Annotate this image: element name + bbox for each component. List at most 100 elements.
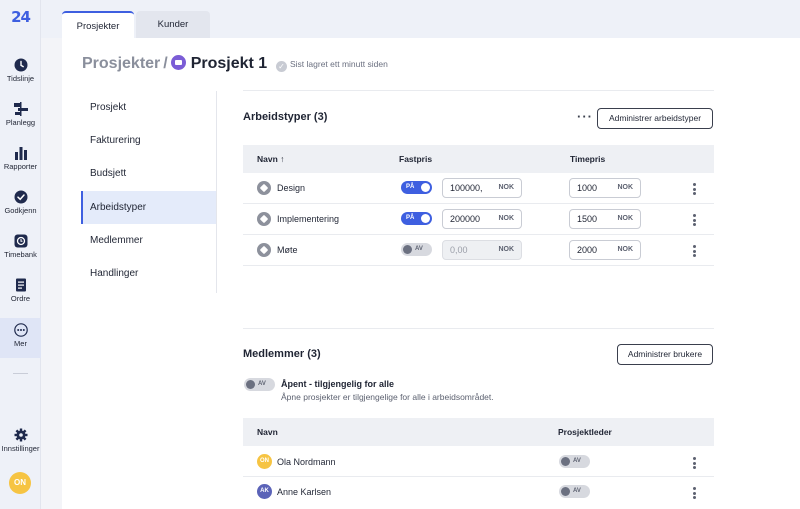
manage-users-button[interactable]: Administrer brukere (617, 344, 713, 365)
nav-label: Tidslinje (6, 74, 35, 83)
open-project-toggle[interactable]: AV (244, 378, 275, 391)
nav-label: Ordre (10, 294, 31, 303)
order-icon (15, 278, 26, 292)
nav-item-timebank[interactable]: Timebank (0, 234, 41, 259)
toggle-label: AV (573, 488, 581, 494)
work-type-name: Møte (277, 245, 298, 255)
row-menu-icon[interactable] (690, 245, 698, 259)
nav-item-godkjenn[interactable]: Godkjenn (0, 190, 41, 215)
nav-item-planlegg[interactable]: Planlegg (0, 102, 41, 127)
fixed-price-input[interactable]: 100000, NOK (442, 178, 522, 198)
currency-label: NOK (617, 184, 633, 191)
nav-item-mer[interactable]: Mer (0, 318, 41, 358)
main-panel: Prosjekter / Prosjekt 1 ✓ Sist lagret ett m… (62, 38, 800, 509)
tag-icon (257, 181, 271, 195)
hourly-price-value: 1000 (577, 183, 598, 193)
currency-label: NOK (617, 215, 633, 222)
project-leader-toggle[interactable]: AV (559, 485, 590, 498)
hourly-price-input[interactable]: 1000 NOK (569, 178, 641, 198)
row-menu-icon[interactable] (690, 183, 698, 197)
nav-label: Mer (14, 339, 27, 348)
menu-item-handlinger[interactable]: Handlinger (81, 257, 216, 290)
table-row: ON Ola Nordmann AV (243, 446, 714, 477)
column-header-fixed-price: Fastpris (399, 154, 433, 164)
hourly-price-input[interactable]: 2000 NOK (569, 240, 641, 260)
currency-label: NOK (498, 184, 514, 191)
check-circle-icon (14, 190, 27, 204)
nav-item-ordre[interactable]: Ordre (0, 278, 41, 303)
toggle-label: PÅ (406, 215, 415, 221)
menu-item-budsjett[interactable]: Budsjett (81, 157, 216, 190)
column-header-name[interactable]: Navn ↑ (257, 154, 284, 164)
breadcrumb-prosjekter[interactable]: Prosjekter (82, 55, 160, 72)
avatar: AK (257, 484, 272, 499)
toggle-label: AV (415, 246, 423, 252)
row-menu-icon[interactable] (690, 214, 698, 228)
fixed-price-value: 200000 (450, 214, 481, 224)
save-status: ✓ Sist lagret ett minutt siden (276, 59, 388, 72)
row-menu-icon[interactable] (690, 487, 698, 501)
toggle-knob (421, 214, 430, 223)
manage-work-types-button[interactable]: Administrer arbeidstyper (597, 108, 713, 129)
menu-item-arbeidstyper[interactable]: Arbeidstyper (81, 191, 216, 224)
menu-item-medlemmer[interactable]: Medlemmer (81, 224, 216, 257)
open-project-description: Åpne prosjekter er tilgjengelige for all… (281, 392, 494, 402)
column-header-project-leader: Prosjektleder (558, 427, 612, 437)
project-title: Prosjekt 1 (190, 55, 268, 72)
nav-label: Godkjenn (4, 206, 37, 215)
tag-icon (257, 212, 271, 226)
more-icon (13, 323, 28, 337)
fixed-price-value: 0,00 (450, 245, 468, 255)
work-types-table-header: Navn ↑ Fastpris Timepris (243, 145, 714, 173)
table-row: AK Anne Karlsen AV (243, 476, 714, 507)
fixed-price-input: 0,00 NOK (442, 240, 522, 260)
saved-check-icon: ✓ (276, 61, 287, 72)
menu-item-fakturering[interactable]: Fakturering (81, 124, 216, 157)
toggle-knob (561, 457, 570, 466)
toggle-knob (421, 183, 430, 192)
planner-icon (13, 102, 28, 116)
toggle-knob (403, 245, 412, 254)
hourly-price-value: 2000 (577, 245, 598, 255)
hourly-price-value: 1500 (577, 214, 598, 224)
project-menu: Prosjekt Fakturering Budsjett Arbeidstyp… (81, 91, 217, 293)
nav-item-rapporter[interactable]: Rapporter (0, 146, 41, 171)
breadcrumb-separator: / (163, 55, 168, 72)
fixed-price-toggle[interactable]: PÅ (401, 212, 432, 225)
nav-label: Innstillinger (1, 444, 40, 453)
project-leader-toggle[interactable]: AV (559, 455, 590, 468)
user-avatar[interactable]: ON (9, 472, 31, 494)
nav-label: Planlegg (5, 118, 36, 127)
tab-bar: Prosjekter Kunder (41, 0, 800, 39)
divider (243, 90, 714, 91)
page-title: Prosjekter / Prosjekt 1 (82, 55, 267, 73)
timebank-icon (14, 234, 27, 248)
table-row: Møte AV 0,00 NOK 2000 NOK (243, 235, 714, 266)
app-logo[interactable]: 24 (0, 10, 41, 25)
toggle-knob (561, 487, 570, 496)
tab-kunder[interactable]: Kunder (136, 11, 210, 39)
table-row: Design PÅ 100000, NOK 1000 NOK (243, 173, 714, 204)
tab-prosjekter[interactable]: Prosjekter (62, 11, 134, 39)
logo-mark: 24 (11, 8, 31, 26)
avatar: ON (257, 454, 272, 469)
toggle-label: AV (573, 458, 581, 464)
toggle-label: AV (258, 381, 266, 387)
members-table-header: Navn Prosjektleder (243, 418, 714, 446)
chart-icon (14, 147, 27, 160)
hourly-price-input[interactable]: 1500 NOK (569, 209, 641, 229)
fixed-price-toggle[interactable]: PÅ (401, 181, 432, 194)
members-title: Medlemmer (3) (243, 348, 321, 360)
fixed-price-input[interactable]: 200000 NOK (442, 209, 522, 229)
work-types-title: Arbeidstyper (3) (243, 111, 328, 123)
menu-item-prosjekt[interactable]: Prosjekt (81, 91, 216, 124)
fixed-price-toggle[interactable]: AV (401, 243, 432, 256)
work-type-name: Implementering (277, 214, 340, 224)
open-project-title: Åpent - tilgjengelig for alle (281, 379, 395, 389)
currency-label: NOK (498, 246, 514, 253)
nav-item-settings[interactable]: Innstillinger (0, 428, 41, 453)
more-options-icon[interactable]: ··· (577, 109, 593, 124)
nav-label: Rapporter (3, 162, 38, 171)
row-menu-icon[interactable] (690, 457, 698, 471)
nav-item-tidslinje[interactable]: Tidslinje (0, 58, 41, 83)
